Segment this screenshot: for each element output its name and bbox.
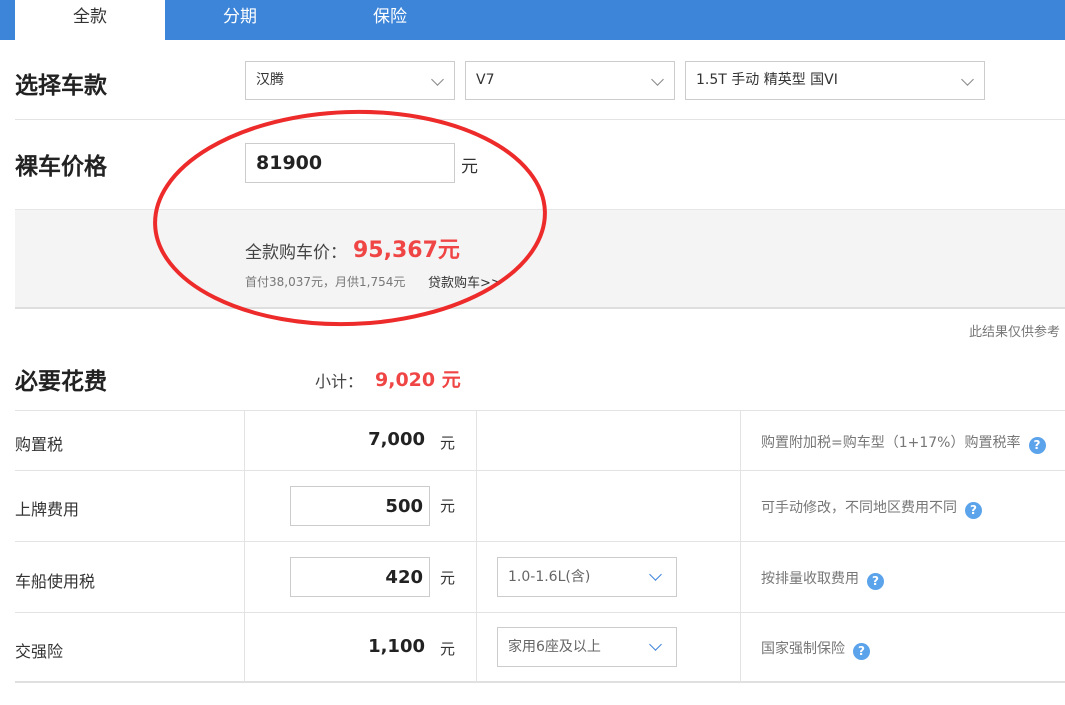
row-unit: 元: [440, 497, 456, 515]
divider: [15, 119, 1065, 120]
total-price-label: 全款购车价：: [245, 243, 347, 263]
trim-select[interactable]: 1.5T 手动 精英型 国VI: [685, 61, 985, 100]
row-label: 车船使用税: [15, 572, 96, 591]
question-circle-icon[interactable]: ?: [853, 643, 870, 660]
trim-select-value: 1.5T 手动 精英型 国VI: [696, 72, 838, 88]
row-description: 购置附加税=购车型（1+17%）购置税率?: [761, 432, 1046, 454]
chevron-down-icon: [431, 73, 444, 86]
plate-fee-input[interactable]: [290, 486, 430, 526]
row-description-text: 按排量收取费用: [761, 571, 859, 587]
chevron-down-icon: [649, 638, 662, 651]
tab-installment[interactable]: 分期: [165, 0, 315, 40]
question-circle-icon[interactable]: ?: [867, 573, 884, 590]
row-description-text: 可手动修改，不同地区费用不同: [761, 500, 957, 516]
loan-purchase-link[interactable]: 贷款购车>>: [428, 272, 502, 291]
table-row-vehicle-tax: 车船使用税 元 1.0-1.6L(含) 按排量收取费用?: [15, 542, 1065, 613]
bare-price-unit: 元: [461, 157, 478, 177]
row-description-text: 购置附加税=购车型（1+17%）购置税率: [761, 435, 1021, 451]
required-fees-title: 必要花费: [15, 369, 107, 395]
tab-full-payment[interactable]: 全款: [15, 0, 165, 40]
subtotal-value: 9,020 元: [375, 369, 461, 391]
purchase-tax-value: 7,000: [368, 429, 425, 450]
displacement-select[interactable]: 1.0-1.6L(含): [497, 557, 677, 597]
seat-type-select-value: 家用6座及以上: [508, 639, 601, 655]
row-description-text: 国家强制保险: [761, 641, 845, 657]
down-payment-info: 首付38,037元，月供1,754元: [245, 275, 406, 289]
select-model-title: 选择车款: [15, 73, 107, 99]
total-summary: 全款购车价： 95,367元 首付38,037元，月供1,754元 贷款购车>>: [15, 209, 1065, 309]
chevron-down-icon: [651, 73, 664, 86]
brand-select-value: 汉腾: [256, 72, 284, 88]
subtotal-label: 小计：: [315, 372, 364, 391]
required-fees-table: 购置税 7,000 元 购置附加税=购车型（1+17%）购置税率? 上牌费用 元…: [15, 410, 1065, 683]
row-unit: 元: [440, 434, 456, 452]
question-circle-icon[interactable]: ?: [1028, 437, 1046, 454]
brand-select[interactable]: 汉腾: [245, 61, 455, 100]
seat-type-select[interactable]: 家用6座及以上: [497, 627, 677, 667]
series-select-value: V7: [476, 72, 495, 88]
series-select[interactable]: V7: [465, 61, 675, 100]
row-label: 交强险: [15, 642, 64, 661]
row-description: 可手动修改，不同地区费用不同?: [761, 497, 982, 519]
table-row-compulsory-insurance: 交强险 1,100 元 家用6座及以上 国家强制保险?: [15, 613, 1065, 682]
row-unit: 元: [440, 640, 456, 658]
tab-insurance[interactable]: 保险: [315, 0, 465, 40]
row-description: 按排量收取费用?: [761, 568, 884, 590]
displacement-select-value: 1.0-1.6L(含): [508, 569, 591, 585]
reference-note: 此结果仅供参考: [968, 325, 1060, 340]
vehicle-tax-input[interactable]: [290, 557, 430, 597]
tab-bar: 全款 分期 保险: [0, 0, 1065, 40]
question-circle-icon[interactable]: ?: [965, 502, 982, 519]
chevron-down-icon: [961, 73, 974, 86]
row-label: 上牌费用: [15, 500, 80, 519]
chevron-down-icon: [649, 568, 662, 581]
total-price-value: 95,367元: [353, 238, 460, 263]
bare-price-input[interactable]: [245, 143, 455, 183]
row-description: 国家强制保险?: [761, 638, 870, 660]
table-row-plate-fee: 上牌费用 元 可手动修改，不同地区费用不同?: [15, 471, 1065, 542]
compulsory-insurance-value: 1,100: [368, 636, 425, 657]
row-label: 购置税: [15, 435, 64, 454]
bare-price-title: 裸车价格: [15, 154, 107, 180]
row-unit: 元: [440, 569, 456, 587]
table-row-purchase-tax: 购置税 7,000 元 购置附加税=购车型（1+17%）购置税率?: [15, 411, 1065, 471]
